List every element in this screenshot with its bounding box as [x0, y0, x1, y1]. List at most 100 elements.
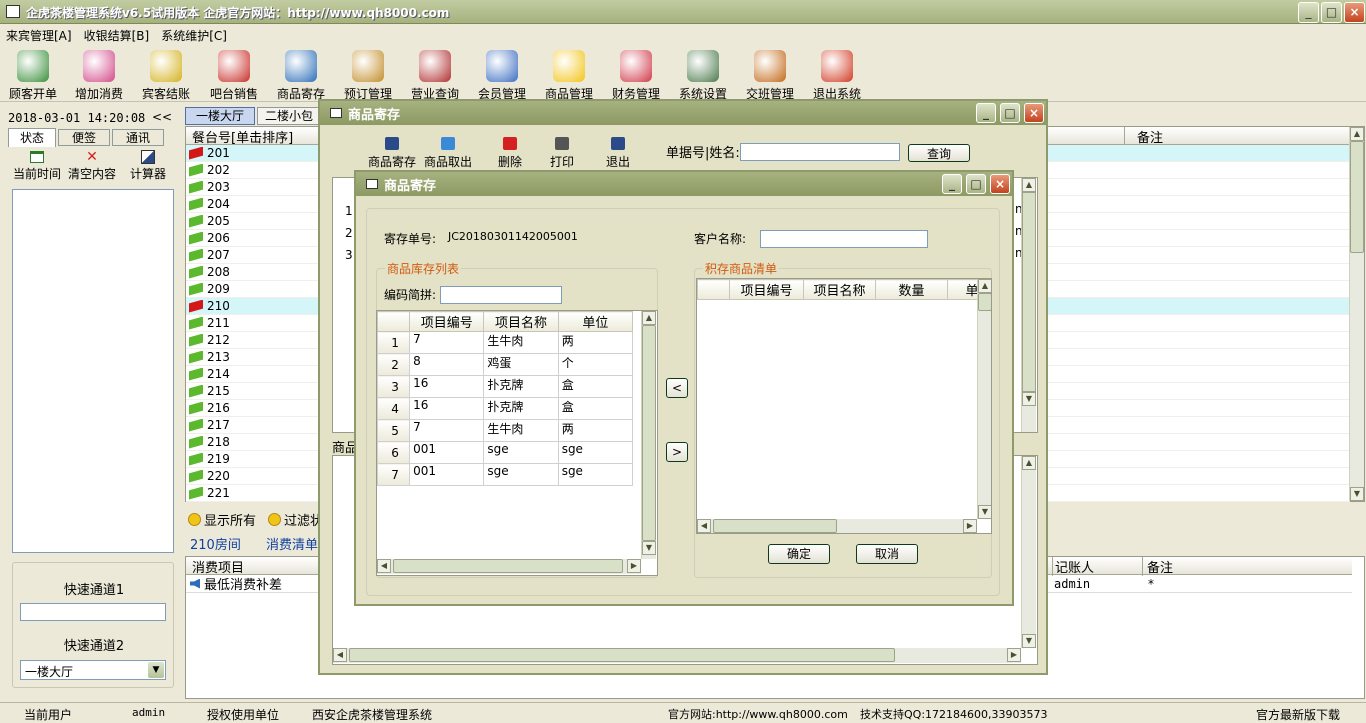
quick-channel-2-select[interactable]: 一楼大厅 ▼ — [20, 660, 166, 680]
tab-floor-2[interactable]: 二楼小包 — [257, 107, 321, 125]
deposit-list-scrollbar[interactable]: ▲ ▼ — [1021, 178, 1036, 432]
toolbar-button-2[interactable]: 增加消费 — [66, 48, 132, 102]
deposit-tool-4[interactable]: 打印 — [532, 137, 592, 170]
scroll-left-button[interactable]: ◀ — [333, 648, 347, 662]
quick-channel-1-input[interactable] — [20, 603, 166, 621]
toolbar-button-12[interactable]: 交班管理 — [737, 48, 803, 102]
scroll-thumb[interactable] — [1022, 192, 1036, 392]
toolbar-button-13[interactable]: 退出系统 — [804, 48, 870, 102]
scroll-down-button[interactable]: ▼ — [1350, 487, 1364, 501]
toolbar-button-1[interactable]: 顾客开单 — [0, 48, 66, 102]
stock-row[interactable]: 4 16 扑克牌盒 — [376, 397, 634, 420]
detail-hscrollbar[interactable]: ◀ ▶ — [333, 648, 1021, 663]
tab-notes[interactable]: 便签 — [58, 129, 110, 146]
scroll-right-button[interactable]: ▶ — [1007, 648, 1021, 662]
detail-vscrollbar[interactable]: ▲ ▼ — [1021, 456, 1036, 648]
deposit-col-code[interactable]: 项目编号 — [729, 279, 804, 300]
dialog-minimize-button[interactable]: _ — [942, 174, 962, 194]
menu-guest[interactable]: 来宾管理[A] — [6, 27, 72, 44]
scroll-left-button[interactable]: ◀ — [697, 519, 711, 533]
scroll-up-button[interactable]: ▲ — [1022, 456, 1036, 470]
scroll-thumb[interactable] — [349, 648, 895, 662]
customer-name-input[interactable] — [760, 230, 928, 248]
consume-list-tab[interactable]: 消费清单 — [266, 534, 318, 553]
toolbar-button-6[interactable]: 预订管理 — [335, 48, 401, 102]
calculator-tool[interactable]: 计算器 — [122, 149, 174, 182]
tab-status[interactable]: 状态 — [8, 128, 56, 147]
col-unit[interactable]: 单位 — [557, 311, 634, 332]
stock-vscrollbar[interactable]: ▲ ▼ — [641, 311, 656, 559]
scroll-up-button[interactable]: ▲ — [1022, 178, 1036, 192]
toolbar-button-10[interactable]: 财务管理 — [603, 48, 669, 102]
tab-comm[interactable]: 通讯 — [112, 129, 164, 146]
deposit-col-qty[interactable]: 数量 — [875, 279, 948, 300]
maximize-button[interactable]: □ — [1321, 2, 1342, 23]
website-text[interactable]: 官方网站:http://www.qh8000.com — [668, 706, 848, 722]
stock-row[interactable]: 5 7 生牛肉两 — [376, 419, 634, 442]
stock-row[interactable]: 7 001 sge sge — [376, 463, 634, 486]
col-name[interactable]: 项目名称 — [483, 311, 559, 332]
cancel-button[interactable]: 取消 — [856, 544, 918, 564]
stock-row[interactable]: 3 16 扑克牌盒 — [376, 375, 634, 398]
deposit-tool-5[interactable]: 退出 — [588, 137, 648, 170]
minimize-button[interactable]: _ — [1298, 2, 1319, 23]
deposit-vscrollbar[interactable]: ▲ ▼ — [977, 279, 991, 519]
toolbar-button-11[interactable]: 系统设置 — [670, 48, 736, 102]
scroll-up-button[interactable]: ▲ — [978, 279, 991, 293]
toolbar-button-3[interactable]: 宾客结账 — [133, 48, 199, 102]
room-column-header[interactable]: 餐台号[单击排序] — [192, 127, 293, 146]
toolbar-button-7[interactable]: 营业查询 — [402, 48, 468, 102]
move-left-button[interactable]: < — [666, 378, 688, 398]
scroll-up-button[interactable]: ▲ — [642, 311, 656, 325]
code-search-input[interactable] — [440, 286, 562, 304]
deposit-hscrollbar[interactable]: ◀ ▶ — [697, 519, 977, 533]
scroll-right-button[interactable]: ▶ — [963, 519, 977, 533]
scroll-thumb[interactable] — [713, 519, 837, 533]
menu-system[interactable]: 系统维护[C] — [161, 27, 227, 44]
deposit-tool-3[interactable]: 删除 — [480, 137, 540, 170]
search-button[interactable]: 查询 — [908, 144, 970, 162]
scroll-left-button[interactable]: ◀ — [377, 559, 391, 573]
dialog-close-button[interactable]: × — [990, 174, 1010, 194]
scroll-down-button[interactable]: ▼ — [642, 541, 656, 555]
stock-row[interactable]: 2 8 鸡蛋个 — [376, 353, 634, 376]
toolbar-button-5[interactable]: 商品寄存 — [268, 48, 334, 102]
scroll-thumb[interactable] — [642, 325, 656, 541]
support-text: 技术支持QQ:172184600,33903573 — [860, 708, 1048, 721]
move-right-button[interactable]: > — [666, 442, 688, 462]
deposit-tool-1[interactable]: 商品寄存 — [362, 137, 422, 170]
scroll-down-button[interactable]: ▼ — [1022, 634, 1036, 648]
current-time-tool[interactable]: 当前时间 — [12, 149, 62, 182]
stock-row[interactable]: 1 7 生牛肉两 — [376, 331, 634, 354]
ok-button[interactable]: 确定 — [768, 544, 830, 564]
toolbar-button-8[interactable]: 会员管理 — [469, 48, 535, 102]
scroll-right-button[interactable]: ▶ — [627, 559, 641, 573]
dialog-minimize-button[interactable]: _ — [976, 103, 996, 123]
clear-content-tool[interactable]: ✕ 清空内容 — [66, 149, 118, 182]
scroll-thumb[interactable] — [978, 293, 991, 311]
toolbar-button-9[interactable]: 商品管理 — [536, 48, 602, 102]
dialog-maximize-button[interactable]: □ — [1000, 103, 1020, 123]
stock-hscrollbar[interactable]: ◀ ▶ — [377, 559, 641, 574]
download-link[interactable]: 官方最新版下载 — [1256, 706, 1340, 723]
dialog-close-button[interactable]: × — [1024, 103, 1044, 123]
menu-checkout[interactable]: 收银结算[B] — [84, 27, 150, 44]
col-code[interactable]: 项目编号 — [409, 311, 485, 332]
notes-area[interactable] — [12, 189, 174, 553]
scroll-down-button[interactable]: ▼ — [978, 505, 991, 519]
scroll-thumb[interactable] — [1350, 141, 1364, 253]
close-button[interactable]: × — [1344, 2, 1365, 23]
stock-row[interactable]: 6 001 sge sge — [376, 441, 634, 464]
collapse-button[interactable]: << — [152, 110, 172, 124]
search-input[interactable] — [740, 143, 900, 161]
room-scrollbar[interactable]: ▲ ▼ — [1349, 127, 1364, 501]
show-all-option[interactable]: 显示所有 — [204, 510, 256, 529]
scroll-thumb[interactable] — [393, 559, 623, 573]
scroll-up-button[interactable]: ▲ — [1350, 127, 1364, 141]
toolbar-button-4[interactable]: 吧台销售 — [201, 48, 267, 102]
deposit-tool-2[interactable]: 商品取出 — [418, 137, 478, 170]
dialog-maximize-button[interactable]: □ — [966, 174, 986, 194]
deposit-col-name[interactable]: 项目名称 — [803, 279, 876, 300]
scroll-down-button[interactable]: ▼ — [1022, 392, 1036, 406]
tab-floor-1[interactable]: 一楼大厅 — [185, 107, 255, 125]
